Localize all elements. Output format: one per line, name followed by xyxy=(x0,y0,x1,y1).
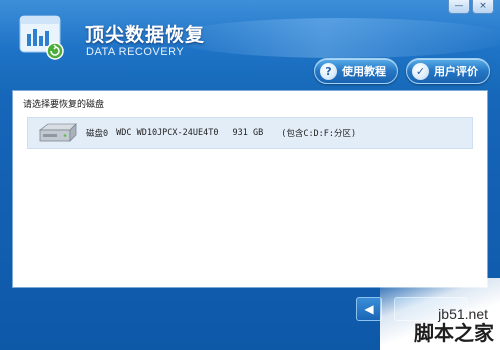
window-controls: — × xyxy=(448,0,494,14)
user-review-button[interactable]: ✓ 用户评价 xyxy=(406,58,490,84)
close-button[interactable]: × xyxy=(472,0,494,14)
hard-drive-icon xyxy=(38,123,77,142)
thumbs-up-icon: ✓ xyxy=(412,62,429,80)
disk-list-item[interactable]: 磁盘0 WDC WD10JPCX-24UE4T0 931 GB (包含C:D:F… xyxy=(27,117,473,149)
previous-button[interactable]: ◀ xyxy=(356,297,382,321)
help-tutorial-button[interactable]: ? 使用教程 xyxy=(314,58,398,84)
app-window: — × 顶尖数据恢复 DATA RECOVERY ? 使用教程 ✓ 用户评价 请… xyxy=(0,0,500,350)
app-subtitle: DATA RECOVERY xyxy=(86,46,185,58)
app-title: 顶尖数据恢复 xyxy=(85,24,206,46)
disk-selection-panel: 请选择要恢复的磁盘 磁盘0 WDC WD10JPCX-24UE4T0 931 G… xyxy=(12,90,488,288)
watermark-name: 脚本之家 xyxy=(414,321,494,345)
disk-partitions: (包含C:D:F:分区) xyxy=(281,129,357,139)
disk-size: 931 GB xyxy=(232,128,264,138)
user-review-label: 用户评价 xyxy=(434,65,478,78)
panel-title: 请选择要恢复的磁盘 xyxy=(23,100,105,110)
minimize-button[interactable]: — xyxy=(448,0,470,14)
help-tutorial-label: 使用教程 xyxy=(342,65,386,78)
arrow-left-icon: ◀ xyxy=(364,302,374,316)
disk-name: 磁盘0 xyxy=(86,129,109,139)
disk-model: WDC WD10JPCX-24UE4T0 xyxy=(116,128,219,138)
header-glow xyxy=(170,18,500,58)
question-circle-icon: ? xyxy=(320,62,337,80)
app-logo-icon xyxy=(19,15,64,60)
